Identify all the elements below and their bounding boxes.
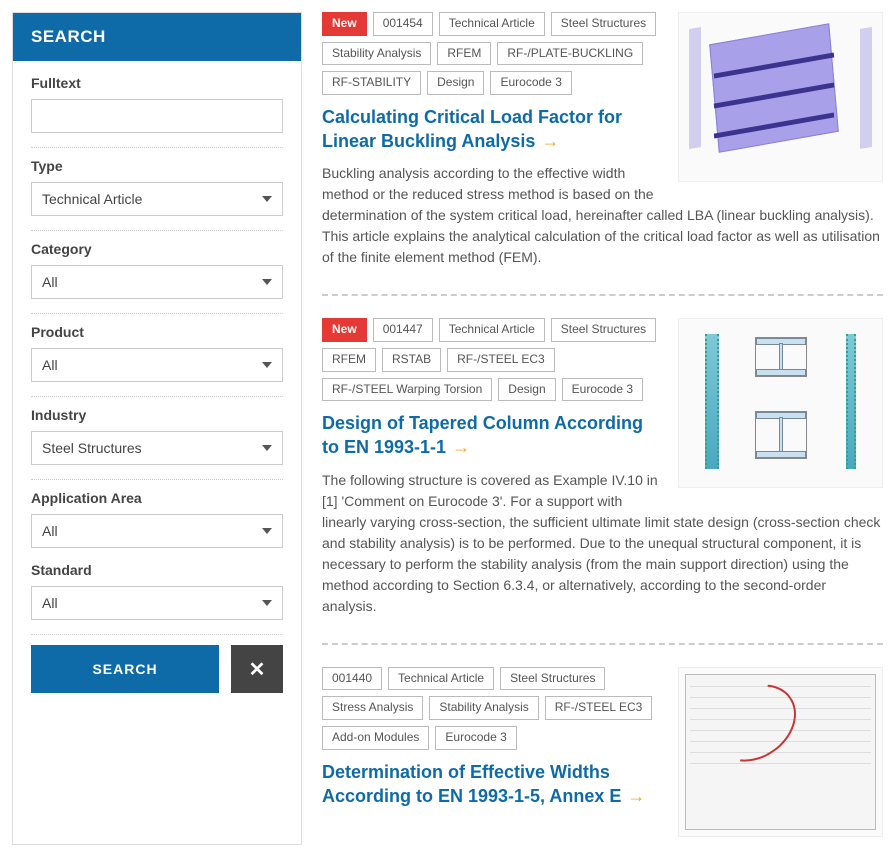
tag[interactable]: RFEM — [437, 42, 491, 66]
type-select[interactable]: Technical Article — [31, 182, 283, 216]
article-item: New001454Technical ArticleSteel Structur… — [322, 12, 883, 296]
tag[interactable]: Add-on Modules — [322, 726, 429, 750]
tag[interactable]: Steel Structures — [551, 318, 656, 342]
tag[interactable]: Technical Article — [439, 318, 545, 342]
category-value: All — [42, 274, 262, 290]
tag[interactable]: RF-/STEEL EC3 — [545, 696, 653, 720]
tag[interactable]: 001447 — [373, 318, 433, 342]
tag[interactable]: 001454 — [373, 12, 433, 36]
search-button[interactable]: SEARCH — [31, 645, 219, 693]
apparea-label: Application Area — [31, 490, 283, 506]
tag[interactable]: Design — [498, 378, 555, 402]
product-label: Product — [31, 324, 283, 340]
product-select[interactable]: All — [31, 348, 283, 382]
tag[interactable]: Eurocode 3 — [562, 378, 643, 402]
industry-value: Steel Structures — [42, 440, 262, 456]
tag[interactable]: Stability Analysis — [429, 696, 538, 720]
tag[interactable]: Technical Article — [439, 12, 545, 36]
standard-select[interactable]: All — [31, 586, 283, 620]
tag[interactable]: RF-/STEEL Warping Torsion — [322, 378, 492, 402]
tag[interactable]: Eurocode 3 — [490, 71, 571, 95]
article-thumbnail[interactable] — [678, 12, 883, 182]
type-value: Technical Article — [42, 191, 262, 207]
close-icon: ✕ — [249, 659, 266, 681]
chevron-down-icon — [262, 528, 272, 534]
chevron-down-icon — [262, 279, 272, 285]
chevron-down-icon — [262, 362, 272, 368]
tag[interactable]: RF-/STEEL EC3 — [447, 348, 555, 372]
tag[interactable]: RFEM — [322, 348, 376, 372]
tag[interactable]: Stability Analysis — [322, 42, 431, 66]
tag[interactable]: Steel Structures — [551, 12, 656, 36]
search-sidebar: SEARCH Fulltext Type Technical Article C… — [12, 12, 302, 845]
chevron-down-icon — [262, 445, 272, 451]
standard-value: All — [42, 595, 262, 611]
apparea-value: All — [42, 523, 262, 539]
tag-list: New001454Technical ArticleSteel Structur… — [322, 12, 664, 95]
tag[interactable]: RF-STABILITY — [322, 71, 421, 95]
tag-new: New — [322, 12, 367, 36]
fulltext-label: Fulltext — [31, 75, 283, 91]
arrow-right-icon: → — [627, 786, 645, 806]
tag[interactable]: RF-/PLATE-BUCKLING — [497, 42, 643, 66]
tag[interactable]: Eurocode 3 — [435, 726, 516, 750]
article-title-text: Calculating Critical Load Factor for Lin… — [322, 107, 622, 151]
apparea-select[interactable]: All — [31, 514, 283, 548]
article-title-text: Design of Tapered Column According to EN… — [322, 413, 643, 457]
type-label: Type — [31, 158, 283, 174]
sidebar-title: SEARCH — [13, 13, 301, 61]
arrow-right-icon: → — [452, 437, 470, 457]
tag-new: New — [322, 318, 367, 342]
article-description: The following structure is covered as Ex… — [322, 470, 883, 617]
article-thumbnail[interactable] — [678, 318, 883, 488]
product-value: All — [42, 357, 262, 373]
results-list: New001454Technical ArticleSteel Structur… — [322, 12, 883, 845]
fulltext-input[interactable] — [31, 99, 283, 133]
industry-label: Industry — [31, 407, 283, 423]
tag[interactable]: RSTAB — [382, 348, 441, 372]
category-label: Category — [31, 241, 283, 257]
clear-button[interactable]: ✕ — [231, 645, 283, 693]
tag[interactable]: 001440 — [322, 667, 382, 691]
tag-list: 001440Technical ArticleSteel Structures S… — [322, 667, 664, 750]
tag[interactable]: Design — [427, 71, 484, 95]
chevron-down-icon — [262, 196, 272, 202]
standard-label: Standard — [31, 562, 283, 578]
industry-select[interactable]: Steel Structures — [31, 431, 283, 465]
tag-list: New001447Technical ArticleSteel Structur… — [322, 318, 664, 401]
tag[interactable]: Steel Structures — [500, 667, 605, 691]
arrow-right-icon: → — [541, 131, 559, 151]
tag[interactable]: Technical Article — [388, 667, 494, 691]
article-title-text: Determination of Effective Widths Accord… — [322, 762, 621, 806]
article-item: 001440Technical ArticleSteel Structures S… — [322, 667, 883, 845]
chevron-down-icon — [262, 600, 272, 606]
category-select[interactable]: All — [31, 265, 283, 299]
tag[interactable]: Stress Analysis — [322, 696, 423, 720]
article-item: New001447Technical ArticleSteel Structur… — [322, 318, 883, 644]
article-thumbnail[interactable] — [678, 667, 883, 837]
